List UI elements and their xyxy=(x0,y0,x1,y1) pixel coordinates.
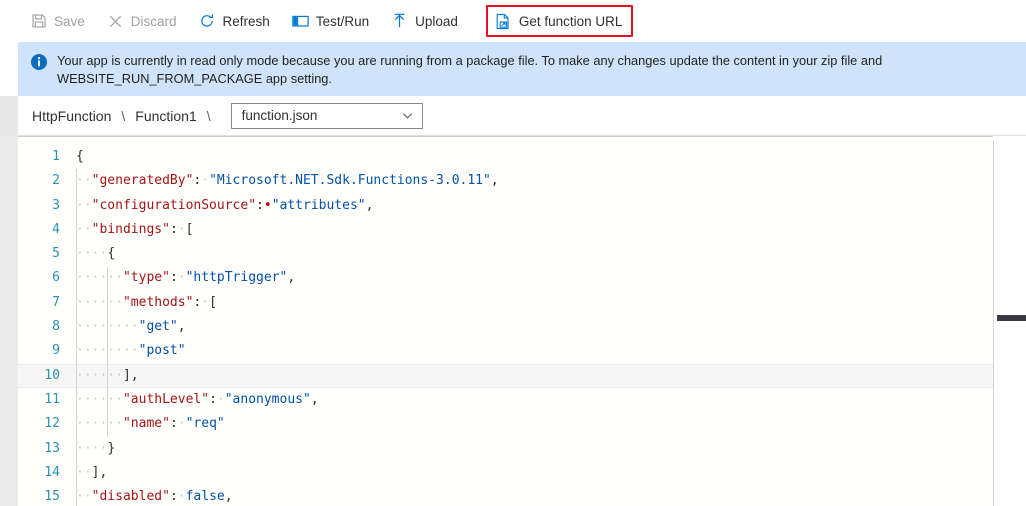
code-line[interactable]: 14 ··], xyxy=(18,461,993,485)
breadcrumb-separator: \ xyxy=(121,107,126,124)
code-line[interactable]: 11 ······"authLevel":·"anonymous", xyxy=(18,388,993,412)
code-line[interactable]: 6 ······"type":·"httpTrigger", xyxy=(18,266,993,290)
file-select-dropdown[interactable]: function.json xyxy=(230,102,423,129)
left-rail-top xyxy=(0,96,18,136)
code-line[interactable]: 10 ······], xyxy=(18,363,993,389)
editor-right-border xyxy=(993,140,994,506)
save-button[interactable]: Save xyxy=(30,7,97,35)
code-line[interactable]: 8 ········"get", xyxy=(18,315,993,339)
line-text: ··"configurationSource":•"attributes", xyxy=(76,197,374,213)
line-number: 1 xyxy=(52,149,60,164)
code-line[interactable]: 4 ··"bindings":·[ xyxy=(18,218,993,242)
line-number: 10 xyxy=(44,367,60,383)
upload-button[interactable]: Upload xyxy=(391,7,470,35)
test-run-icon xyxy=(292,13,309,30)
line-text: ······"type":·"httpTrigger", xyxy=(76,270,296,286)
test-run-button[interactable]: Test/Run xyxy=(292,7,381,35)
indent-guide xyxy=(107,266,109,437)
upload-label: Upload xyxy=(415,13,458,29)
discard-label: Discard xyxy=(130,13,177,29)
get-function-url-label: Get function URL xyxy=(518,13,623,29)
line-number: 12 xyxy=(44,416,60,432)
line-text: ······"name":·"req" xyxy=(76,416,225,432)
save-label: Save xyxy=(54,13,85,29)
refresh-label: Refresh xyxy=(222,13,270,29)
line-text: ··"bindings":·[ xyxy=(76,221,194,237)
code-line[interactable]: 15 ··"disabled":·false, xyxy=(18,485,993,506)
line-number: 8 xyxy=(52,319,60,335)
code-line[interactable]: 12 ······"name":·"req" xyxy=(18,412,993,436)
breadcrumb-app-name[interactable]: HttpFunction xyxy=(32,108,111,124)
code-line[interactable]: 3 ··"configurationSource":•"attributes", xyxy=(18,194,993,218)
refresh-icon xyxy=(199,13,216,30)
get-function-url-button[interactable]: Get function URL xyxy=(485,5,634,37)
function-editor-page: Save Discard Refresh Test/Run Upload Get… xyxy=(0,0,1026,506)
line-number: 2 xyxy=(52,173,60,189)
line-text: ········"get", xyxy=(76,319,186,335)
overview-ruler-cursor-marker[interactable] xyxy=(997,315,1026,321)
file-select-value: function.json xyxy=(241,108,318,123)
code-content[interactable]: 1{2 ··"generatedBy":·"Microsoft.NET.Sdk.F… xyxy=(18,137,993,506)
test-run-label: Test/Run xyxy=(315,13,370,29)
left-rail-editor xyxy=(0,136,18,506)
code-line[interactable]: 2 ··"generatedBy":·"Microsoft.NET.Sdk.Fun… xyxy=(18,169,993,193)
line-text: ····} xyxy=(76,440,116,456)
line-text: ········"post" xyxy=(76,343,186,359)
banner-message: Your app is currently in read only mode … xyxy=(57,53,883,86)
line-text: ······"authLevel":·"anonymous", xyxy=(76,391,319,407)
line-number: 3 xyxy=(52,197,60,213)
line-number: 7 xyxy=(52,294,60,310)
line-number: 15 xyxy=(44,489,60,505)
code-line[interactable]: 5 ····{ xyxy=(18,242,993,266)
info-icon xyxy=(30,53,48,71)
breadcrumb: HttpFunction \ Function1 \ function.json xyxy=(18,96,1026,136)
line-number: 14 xyxy=(44,464,60,480)
close-icon xyxy=(107,13,124,30)
upload-icon xyxy=(391,13,408,30)
code-line[interactable]: 13 ····} xyxy=(18,437,993,461)
line-text: ····{ xyxy=(76,246,116,262)
code-line[interactable]: 9 ········"post" xyxy=(18,339,993,363)
line-text: ··"disabled":·false, xyxy=(76,489,233,505)
line-number: 5 xyxy=(52,246,60,262)
command-bar: Save Discard Refresh Test/Run Upload Get… xyxy=(0,0,1026,42)
breadcrumb-separator: \ xyxy=(206,107,211,124)
line-text: ··], xyxy=(76,464,108,480)
line-text: ······"methods":·[ xyxy=(76,294,217,310)
indent-guide xyxy=(76,169,77,506)
get-function-url-icon xyxy=(495,13,512,30)
line-number: 6 xyxy=(52,270,60,286)
line-text: { xyxy=(76,149,84,164)
discard-button[interactable]: Discard xyxy=(107,7,189,35)
code-line[interactable]: 1{ xyxy=(18,145,993,169)
save-icon xyxy=(30,13,47,30)
code-editor[interactable]: 1{2 ··"generatedBy":·"Microsoft.NET.Sdk.F… xyxy=(18,137,993,506)
line-number: 13 xyxy=(44,440,60,456)
line-text: ··"generatedBy":·"Microsoft.NET.Sdk.Func… xyxy=(76,173,499,189)
chevron-down-icon xyxy=(401,109,414,122)
breadcrumb-function-name[interactable]: Function1 xyxy=(135,108,196,124)
line-number: 11 xyxy=(44,391,60,407)
line-number: 4 xyxy=(52,221,60,237)
code-line[interactable]: 7 ······"methods":·[ xyxy=(18,291,993,315)
read-only-info-banner: Your app is currently in read only mode … xyxy=(18,42,1026,96)
refresh-button[interactable]: Refresh xyxy=(199,7,282,35)
line-number: 9 xyxy=(52,343,60,359)
